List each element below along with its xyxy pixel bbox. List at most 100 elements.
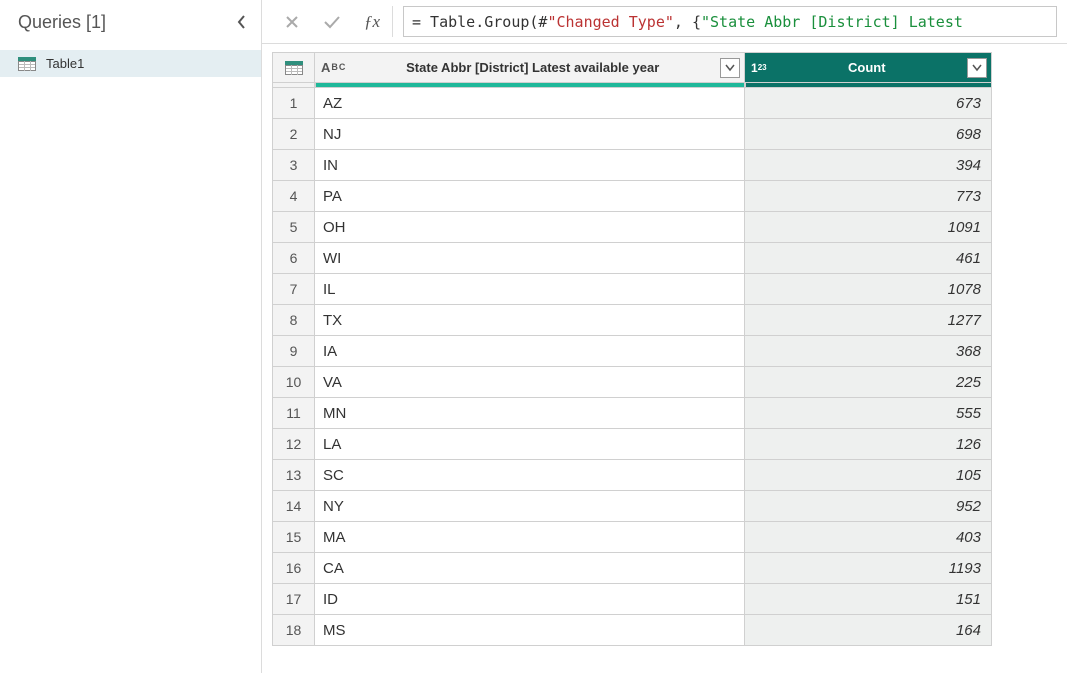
state-cell[interactable]: SC: [315, 460, 745, 491]
count-cell[interactable]: 1091: [745, 212, 992, 243]
table-row[interactable]: 9IA368: [273, 336, 992, 367]
column-filter-button[interactable]: [967, 58, 987, 78]
table-row[interactable]: 12LA126: [273, 429, 992, 460]
table-row[interactable]: 1AZ673: [273, 88, 992, 119]
count-cell[interactable]: 673: [745, 88, 992, 119]
count-cell[interactable]: 773: [745, 181, 992, 212]
count-cell[interactable]: 151: [745, 584, 992, 615]
table-row[interactable]: 18MS164: [273, 615, 992, 646]
row-number-cell[interactable]: 13: [273, 460, 315, 491]
count-cell[interactable]: 368: [745, 336, 992, 367]
query-item-table1[interactable]: Table1: [0, 50, 261, 77]
count-cell[interactable]: 403: [745, 522, 992, 553]
fx-label[interactable]: ƒx: [352, 6, 393, 37]
formula-text-between: , {: [674, 13, 701, 31]
row-number-cell[interactable]: 2: [273, 119, 315, 150]
formula-text-redstring: "Changed Type": [547, 13, 673, 31]
count-cell[interactable]: 394: [745, 150, 992, 181]
table-row[interactable]: 3IN394: [273, 150, 992, 181]
table-row[interactable]: 14NY952: [273, 491, 992, 522]
row-number-cell[interactable]: 4: [273, 181, 315, 212]
count-cell[interactable]: 1078: [745, 274, 992, 305]
count-cell[interactable]: 164: [745, 615, 992, 646]
row-number-cell[interactable]: 11: [273, 398, 315, 429]
row-number-cell[interactable]: 5: [273, 212, 315, 243]
row-number-cell[interactable]: 17: [273, 584, 315, 615]
state-cell[interactable]: OH: [315, 212, 745, 243]
state-cell[interactable]: NJ: [315, 119, 745, 150]
number-type-icon: 123: [751, 61, 767, 75]
count-cell[interactable]: 952: [745, 491, 992, 522]
table-row[interactable]: 5OH1091: [273, 212, 992, 243]
formula-cancel-button[interactable]: [272, 6, 312, 37]
row-number-cell[interactable]: 8: [273, 305, 315, 336]
table-row[interactable]: 16CA1193: [273, 553, 992, 584]
state-cell[interactable]: NY: [315, 491, 745, 522]
state-cell[interactable]: LA: [315, 429, 745, 460]
table-icon: [18, 57, 36, 71]
count-cell[interactable]: 698: [745, 119, 992, 150]
table-row[interactable]: 17ID151: [273, 584, 992, 615]
state-cell[interactable]: MS: [315, 615, 745, 646]
table-row[interactable]: 10VA225: [273, 367, 992, 398]
state-cell[interactable]: WI: [315, 243, 745, 274]
state-cell[interactable]: VA: [315, 367, 745, 398]
table-row[interactable]: 8TX1277: [273, 305, 992, 336]
queries-sidebar: Queries [1] Table1: [0, 0, 262, 673]
close-icon: [284, 14, 300, 30]
row-number-cell[interactable]: 15: [273, 522, 315, 553]
collapse-sidebar-button[interactable]: [233, 13, 251, 31]
state-cell[interactable]: MA: [315, 522, 745, 553]
column-header-count[interactable]: 123 Count: [745, 53, 992, 83]
row-number-cell[interactable]: 9: [273, 336, 315, 367]
state-cell[interactable]: CA: [315, 553, 745, 584]
count-cell[interactable]: 225: [745, 367, 992, 398]
count-cell[interactable]: 461: [745, 243, 992, 274]
row-number-cell[interactable]: 7: [273, 274, 315, 305]
state-cell[interactable]: IN: [315, 150, 745, 181]
table-row[interactable]: 6WI461: [273, 243, 992, 274]
table-icon: [285, 61, 303, 75]
state-cell[interactable]: IA: [315, 336, 745, 367]
app-root: Queries [1] Table1 ƒx: [0, 0, 1067, 673]
state-cell[interactable]: AZ: [315, 88, 745, 119]
column-header-label: Count: [773, 60, 961, 75]
formula-input[interactable]: = Table.Group(#"Changed Type", {"State A…: [403, 6, 1057, 37]
count-cell[interactable]: 126: [745, 429, 992, 460]
table-row[interactable]: 2NJ698: [273, 119, 992, 150]
count-cell[interactable]: 105: [745, 460, 992, 491]
state-cell[interactable]: ID: [315, 584, 745, 615]
column-filter-button[interactable]: [720, 58, 740, 78]
grid-body: 1AZ6732NJ6983IN3944PA7735OH10916WI4617IL…: [273, 88, 992, 646]
row-number-cell[interactable]: 14: [273, 491, 315, 522]
state-cell[interactable]: TX: [315, 305, 745, 336]
table-row[interactable]: 13SC105: [273, 460, 992, 491]
count-cell[interactable]: 1277: [745, 305, 992, 336]
state-cell[interactable]: IL: [315, 274, 745, 305]
column-header-label: State Abbr [District] Latest available y…: [351, 60, 714, 75]
table-row[interactable]: 7IL1078: [273, 274, 992, 305]
query-list: Table1: [0, 44, 261, 77]
rownum-header[interactable]: [273, 53, 315, 83]
row-number-cell[interactable]: 12: [273, 429, 315, 460]
row-number-cell[interactable]: 16: [273, 553, 315, 584]
query-item-label: Table1: [46, 56, 84, 71]
row-number-cell[interactable]: 6: [273, 243, 315, 274]
grid-header-row: ABC State Abbr [District] Latest availab…: [273, 53, 992, 83]
state-cell[interactable]: MN: [315, 398, 745, 429]
row-number-cell[interactable]: 3: [273, 150, 315, 181]
row-number-cell[interactable]: 10: [273, 367, 315, 398]
formula-text-prefix: = Table.Group(#: [412, 13, 547, 31]
table-row[interactable]: 4PA773: [273, 181, 992, 212]
table-row[interactable]: 11MN555: [273, 398, 992, 429]
state-cell[interactable]: PA: [315, 181, 745, 212]
table-row[interactable]: 15MA403: [273, 522, 992, 553]
queries-sidebar-header: Queries [1]: [0, 0, 261, 44]
count-cell[interactable]: 555: [745, 398, 992, 429]
text-type-icon: ABC: [321, 60, 345, 75]
count-cell[interactable]: 1193: [745, 553, 992, 584]
row-number-cell[interactable]: 1: [273, 88, 315, 119]
formula-accept-button[interactable]: [312, 6, 352, 37]
column-header-state[interactable]: ABC State Abbr [District] Latest availab…: [315, 53, 745, 83]
row-number-cell[interactable]: 18: [273, 615, 315, 646]
